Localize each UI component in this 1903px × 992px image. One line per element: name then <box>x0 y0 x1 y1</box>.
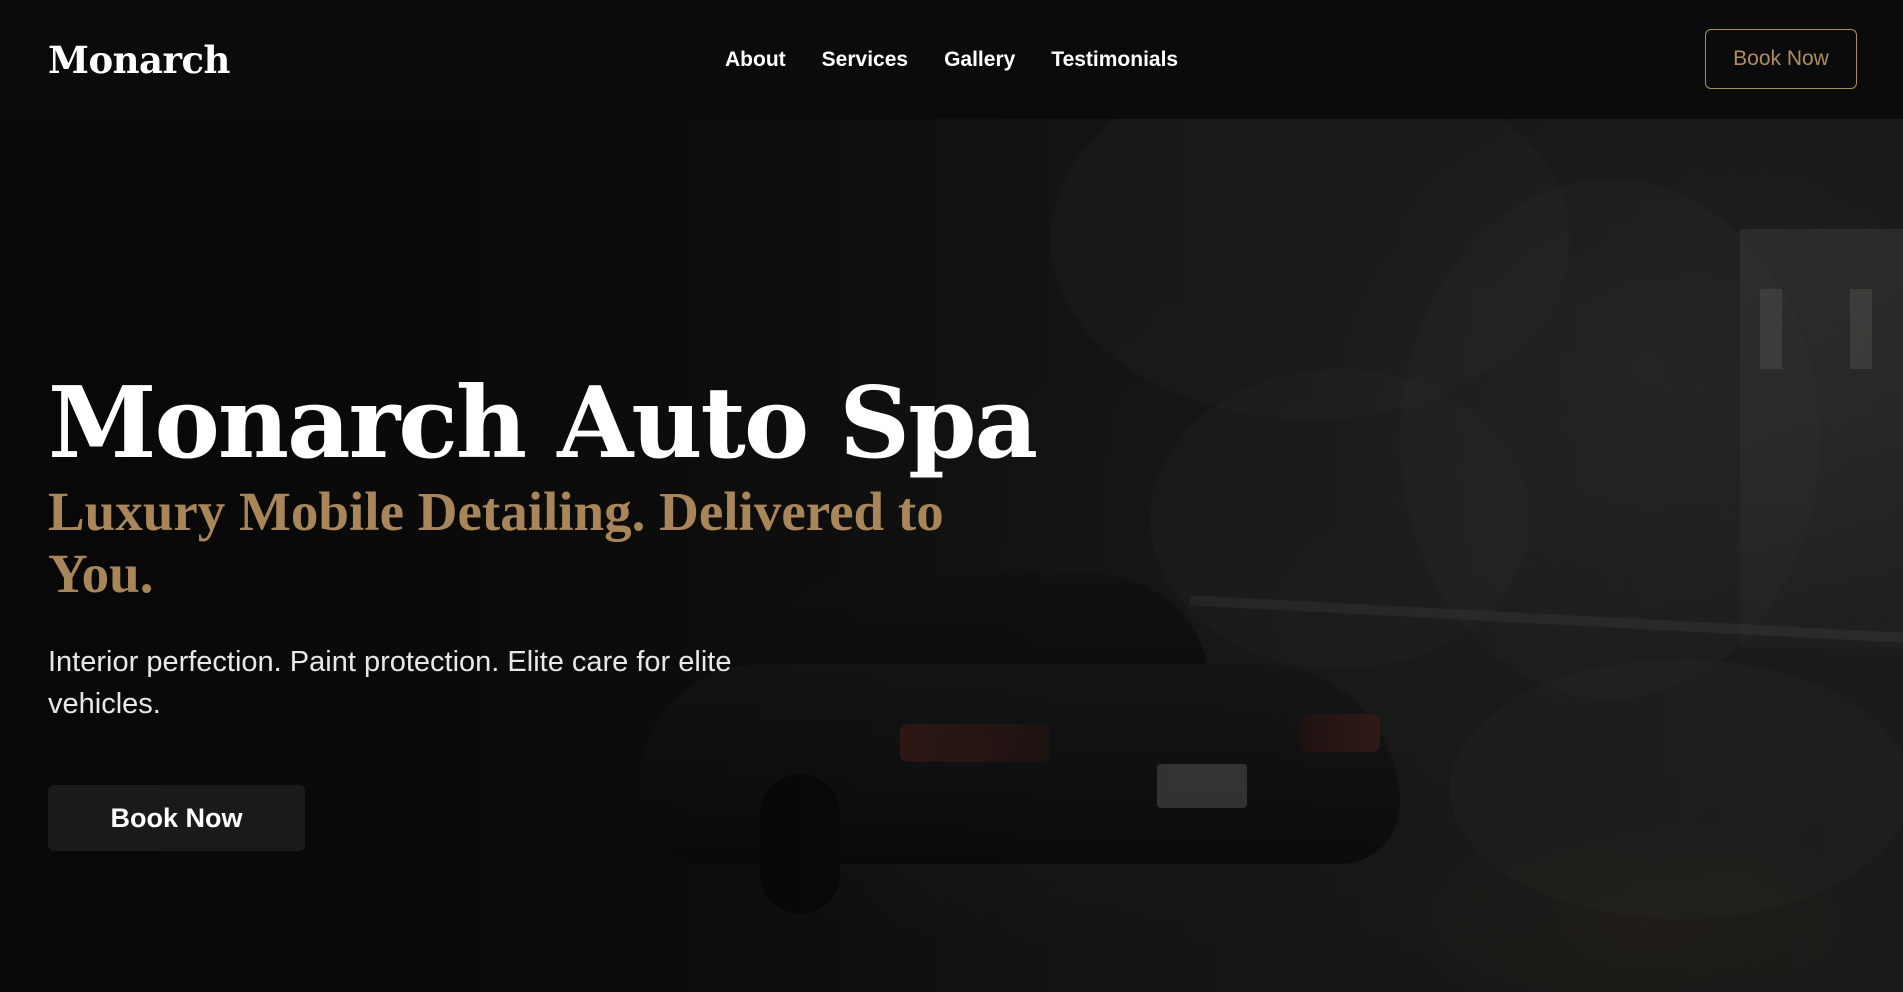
hero-book-now-button[interactable]: Book Now <box>48 785 305 851</box>
hero-subtitle: Luxury Mobile Detailing. Delivered to Yo… <box>48 481 944 604</box>
nav-links: About Services Gallery Testimonials <box>725 0 1178 119</box>
hero-title: Monarch Auto Spa <box>48 366 1038 481</box>
nav-link-about[interactable]: About <box>725 48 786 72</box>
nav-link-services[interactable]: Services <box>822 48 908 72</box>
hero-content: Monarch Auto Spa Luxury Mobile Detailing… <box>48 366 1038 851</box>
nav-book-now-button[interactable]: Book Now <box>1705 29 1857 89</box>
page: Monarch About Services Gallery Testimoni… <box>0 0 1903 992</box>
logo[interactable]: Monarch <box>48 38 230 82</box>
hero-section: Monarch Auto Spa Luxury Mobile Detailing… <box>0 119 1903 992</box>
nav-link-testimonials[interactable]: Testimonials <box>1051 48 1178 72</box>
hero-description: Interior perfection. Paint protection. E… <box>48 646 732 720</box>
top-navigation: Monarch About Services Gallery Testimoni… <box>0 0 1903 119</box>
nav-link-gallery[interactable]: Gallery <box>944 48 1015 72</box>
